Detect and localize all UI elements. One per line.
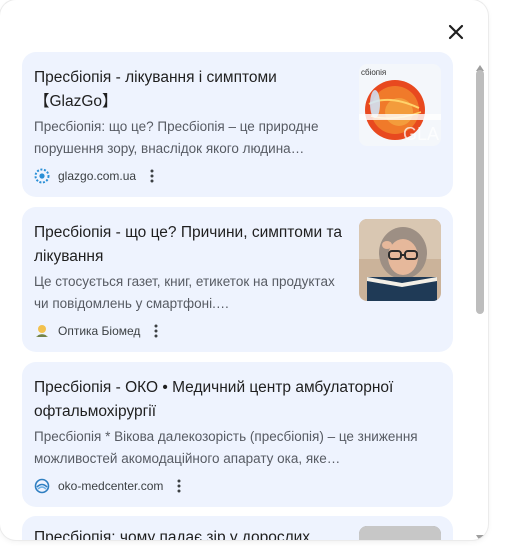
more-vert-icon: [150, 169, 154, 183]
more-options-button[interactable]: [150, 322, 162, 340]
result-snippet: Це стосується газет, книг, етикеток на п…: [34, 274, 335, 311]
result-title[interactable]: Пресбіопія: чому падає зір у дорослих: [34, 526, 344, 540]
source-name: glazgo.com.ua: [58, 169, 137, 183]
result-thumbnail[interactable]: сбіопія GLA: [359, 64, 441, 146]
source-name: Оптика Біомед: [58, 324, 141, 338]
result-snippet: Пресбіопія: що це? Пресбіопія – це приро…: [34, 119, 319, 156]
result-source: Оптика Біомед: [34, 321, 162, 341]
result-source: glazgo.com.ua: [34, 166, 158, 186]
eye-diagram-image: сбіопія GLA: [359, 64, 441, 146]
result-snippet: Пресбіопія * Вікова далекозорість (пресб…: [34, 429, 418, 466]
scrollbar-thumb[interactable]: [476, 70, 484, 314]
more-options-button[interactable]: [173, 477, 185, 495]
result-source: oko-medcenter.com: [34, 476, 185, 496]
source-name: oko-medcenter.com: [58, 479, 164, 493]
result-title[interactable]: Пресбіопія - що це? Причини, симптоми та…: [34, 221, 344, 269]
result-card[interactable]: Пресбіопія - що це? Причини, симптоми та…: [22, 207, 453, 352]
more-vert-icon: [177, 479, 181, 493]
result-card[interactable]: Пресбіопія: чому падає зір у дорослих: [22, 516, 453, 540]
oko-logo-icon: [34, 478, 50, 494]
thumbnail-watermark: GLA: [403, 124, 439, 144]
more-options-button[interactable]: [146, 167, 158, 185]
result-thumbnail[interactable]: [359, 219, 441, 301]
result-title[interactable]: Пресбіопія - лікування і симптоми 【GlazG…: [34, 66, 344, 114]
result-thumbnail[interactable]: [359, 526, 441, 540]
partial-photo: [359, 526, 441, 540]
glazgo-logo-icon: [34, 168, 50, 184]
scroll-up-button[interactable]: [476, 58, 484, 71]
search-results-panel: Пресбіопія - лікування і симптоми 【GlazG…: [0, 0, 488, 540]
result-card[interactable]: Пресбіопія - лікування і симптоми 【GlazG…: [22, 52, 453, 197]
woman-reading-photo: [359, 219, 441, 301]
close-button[interactable]: [444, 20, 468, 44]
triangle-down-icon: [476, 535, 484, 540]
result-card[interactable]: Пресбіопія - ОКО • Медичний центр амбула…: [22, 362, 453, 507]
close-icon: [448, 24, 464, 40]
biomed-logo-icon: [34, 323, 50, 339]
result-title[interactable]: Пресбіопія - ОКО • Медичний центр амбула…: [34, 376, 434, 424]
scroll-down-button[interactable]: [476, 528, 484, 540]
more-vert-icon: [154, 324, 158, 338]
thumbnail-caption: сбіопія: [361, 68, 386, 77]
